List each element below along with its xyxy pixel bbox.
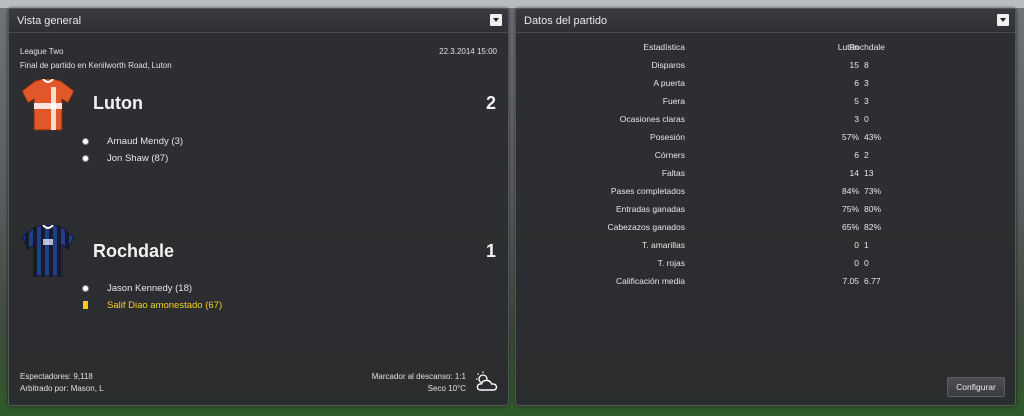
stats-row-away-value: 0 [864, 114, 869, 124]
stats-row-away-value: 43% [864, 132, 882, 142]
home-event-2: Jon Shaw (87) [107, 153, 169, 164]
yellow-card-icon [83, 301, 88, 309]
stats-panel: Datos del partido Estadística Luton Roch… [515, 8, 1016, 406]
stats-row-away-value: 13 [864, 168, 874, 178]
attendance-label: Espectadores: 9,118 [20, 372, 93, 381]
stats-header: Datos del partido [516, 9, 1015, 33]
stats-row-home-value: 7.05 [842, 276, 859, 286]
stats-row: Cabezazos ganados 65% 82% [516, 222, 1017, 238]
stats-row-home-value: 65% [841, 222, 859, 232]
stats-table-header: Estadística Luton Rochdale [516, 42, 1017, 58]
stats-row: Calificación media 7.05 6.77 [516, 276, 1017, 292]
stats-row-home-value: 6 [854, 78, 859, 88]
halftime-score: Marcador al descanso: 1:1 [371, 372, 466, 381]
chevron-down-icon [493, 18, 499, 22]
stats-row-away-value: 3 [864, 78, 869, 88]
match-venue: Final de partido en Kenilworth Road, Lut… [20, 61, 172, 70]
stats-row-label: Entradas ganadas [616, 204, 685, 214]
stats-row: Posesión 57% 43% [516, 132, 1017, 148]
stats-row-away-value: 73% [864, 186, 882, 196]
stats-row: A puerta 6 3 [516, 78, 1017, 94]
stats-row-away-value: 80% [864, 204, 882, 214]
stats-row-label: Ocasiones claras [619, 114, 685, 124]
stats-row-away-value: 6.77 [864, 276, 881, 286]
stats-row-label: Córners [654, 150, 685, 160]
stats-row-home-value: 75% [841, 204, 859, 214]
overview-panel: Vista general League Two 22.3.2014 15:00… [8, 8, 509, 406]
match-datetime: 22.3.2014 15:00 [439, 47, 497, 56]
stats-row-label: A puerta [653, 78, 685, 88]
stats-row: Córners 6 2 [516, 150, 1017, 166]
luton-kit-icon [21, 79, 75, 131]
stats-row: Disparos 15 8 [516, 60, 1017, 76]
away-score: 1 [485, 241, 496, 261]
stats-row-label: Disparos [651, 60, 685, 70]
referee-label: Arbitrado por: Mason, L [20, 384, 104, 393]
stats-row-home-value: 3 [854, 114, 859, 124]
stats-header-label: Estadística [643, 42, 685, 52]
chevron-down-icon [1000, 18, 1006, 22]
weather-cloud-sun-icon [476, 371, 498, 391]
stats-row-label: Pases completados [610, 186, 685, 196]
stats-row: Pases completados 84% 73% [516, 186, 1017, 202]
stats-row: T. rojas 0 0 [516, 258, 1017, 274]
stats-row-away-value: 82% [864, 222, 882, 232]
stats-row: T. amarillas 0 1 [516, 240, 1017, 256]
home-team-name: Luton [93, 93, 143, 113]
stats-row-away-value: 0 [864, 258, 869, 268]
stats-row-home-value: 14 [849, 168, 859, 178]
stats-row-away-value: 1 [864, 240, 869, 250]
stats-row: Ocasiones claras 3 0 [516, 114, 1017, 130]
stats-row: Entradas ganadas 75% 80% [516, 204, 1017, 220]
stats-row: Fuera 5 3 [516, 96, 1017, 112]
away-team-name: Rochdale [93, 241, 175, 261]
stats-row-label: Fuera [662, 96, 685, 106]
stats-row-home-value: 15 [849, 60, 859, 70]
stats-row-home-value: 84% [841, 186, 859, 196]
stats-row-label: T. rojas [657, 258, 685, 268]
overview-title: Vista general [17, 15, 82, 27]
stats-row-label: T. amarillas [642, 240, 685, 250]
stats-row-label: Faltas [661, 168, 685, 178]
away-event-1: Jason Kennedy (18) [107, 283, 193, 294]
overview-header: Vista general [9, 9, 508, 33]
goal-ball-icon [82, 285, 89, 292]
stats-row: Faltas 14 13 [516, 168, 1017, 184]
competition-label: League Two [20, 47, 64, 56]
stats-row-home-value: 5 [854, 96, 859, 106]
weather-label: Seco 10°C [427, 384, 466, 393]
stats-row-home-value: 6 [854, 150, 859, 160]
stadium-background [0, 0, 1024, 8]
stats-row-label: Posesión [650, 132, 685, 142]
stats-row-away-value: 2 [864, 150, 869, 160]
goal-ball-icon [82, 155, 89, 162]
overview-menu-button[interactable] [490, 14, 502, 26]
stats-menu-button[interactable] [997, 14, 1009, 26]
goal-ball-icon [82, 138, 89, 145]
stats-row-label: Cabezazos ganados [607, 222, 685, 232]
stats-title: Datos del partido [524, 15, 608, 27]
stats-row-label: Calificación media [616, 276, 685, 286]
configure-button[interactable]: Configurar [947, 377, 1005, 397]
home-event-1: Arnaud Mendy (3) [107, 136, 184, 147]
stats-row-away-value: 3 [864, 96, 869, 106]
rochdale-kit-icon [21, 225, 75, 277]
stats-row-home-value: 0 [854, 258, 859, 268]
away-event-2: Salif Diao amonestado (67) [107, 300, 223, 311]
stats-row-home-value: 0 [854, 240, 859, 250]
stats-row-away-value: 8 [864, 60, 869, 70]
home-score: 2 [485, 93, 496, 113]
stats-header-away: Rochdale [849, 42, 885, 52]
stats-row-home-value: 57% [841, 132, 859, 142]
